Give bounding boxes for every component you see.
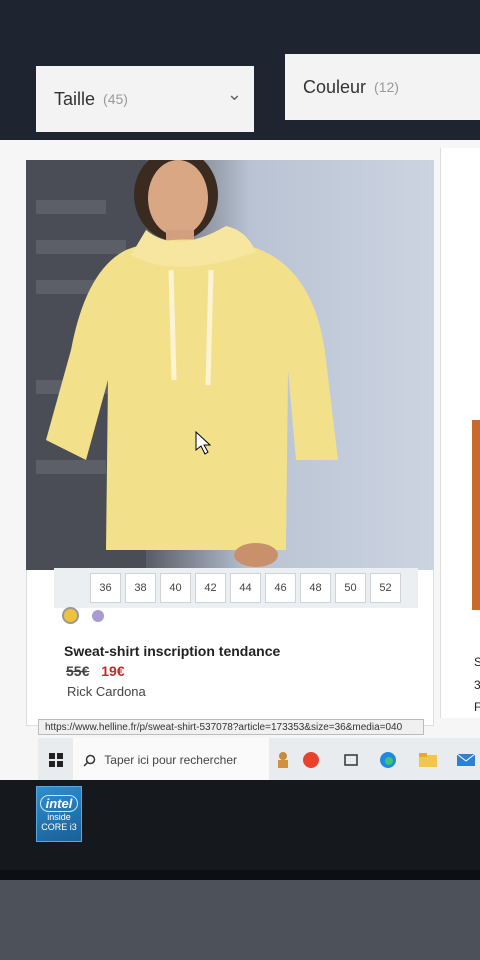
size-chip[interactable]: 52 xyxy=(370,573,401,603)
size-filter-dropdown[interactable]: Taille (45) ⌄ xyxy=(36,66,254,132)
price: 55€ 19€ xyxy=(66,663,125,679)
product-image[interactable] xyxy=(26,160,434,570)
size-filter-label: Taille xyxy=(54,88,96,109)
swatch-lavender[interactable] xyxy=(92,609,104,622)
size-chip[interactable]: 38 xyxy=(125,573,156,603)
file-explorer-icon[interactable] xyxy=(414,738,442,782)
mail-app-icon[interactable] xyxy=(452,738,480,782)
swatch-yellow[interactable] xyxy=(62,607,79,624)
color-filter-count: (12) xyxy=(374,79,399,95)
record-app-icon[interactable] xyxy=(297,738,325,782)
desk-surface xyxy=(0,880,480,960)
next-product-text: S xyxy=(474,655,480,669)
cortana-app-icon[interactable] xyxy=(269,738,297,782)
next-product-text: 3 xyxy=(474,678,480,692)
search-icon xyxy=(83,754,96,767)
size-chip[interactable]: 50 xyxy=(335,573,366,603)
windows-taskbar: Taper ici pour rechercher xyxy=(38,738,480,782)
start-button[interactable] xyxy=(38,738,73,782)
intel-sticker: intel inside CORE i3 xyxy=(36,786,82,842)
product-title[interactable]: Sweat-shirt inscription tendance xyxy=(64,643,280,659)
taskbar-search[interactable]: Taper ici pour rechercher xyxy=(73,738,269,782)
edge-browser-icon[interactable] xyxy=(374,738,402,782)
size-chip[interactable]: 42 xyxy=(195,573,226,603)
sale-price: 19€ xyxy=(101,663,125,679)
size-chip[interactable]: 44 xyxy=(230,573,261,603)
size-chip[interactable]: 40 xyxy=(160,573,191,603)
color-swatches xyxy=(62,607,104,624)
size-chip[interactable]: 36 xyxy=(90,573,121,603)
size-filter-count: (45) xyxy=(103,91,128,107)
size-chip[interactable]: 46 xyxy=(265,573,296,603)
search-placeholder: Taper ici pour rechercher xyxy=(104,753,237,767)
next-product-image[interactable] xyxy=(472,420,480,610)
chevron-down-icon: ⌄ xyxy=(226,84,242,104)
size-chip[interactable]: 48 xyxy=(300,573,331,603)
task-view-icon[interactable] xyxy=(337,738,365,782)
old-price: 55€ xyxy=(66,663,90,679)
size-selector: 36 38 40 42 44 46 48 50 52 xyxy=(54,568,418,608)
status-url: https://www.helline.fr/p/sweat-shirt-537… xyxy=(38,719,424,735)
next-product-text: F xyxy=(474,700,480,714)
color-filter-dropdown[interactable]: Couleur (12) xyxy=(285,54,480,120)
color-filter-label: Couleur xyxy=(303,76,367,97)
brand-name: Rick Cardona xyxy=(67,684,146,699)
windows-logo-icon xyxy=(48,753,63,767)
